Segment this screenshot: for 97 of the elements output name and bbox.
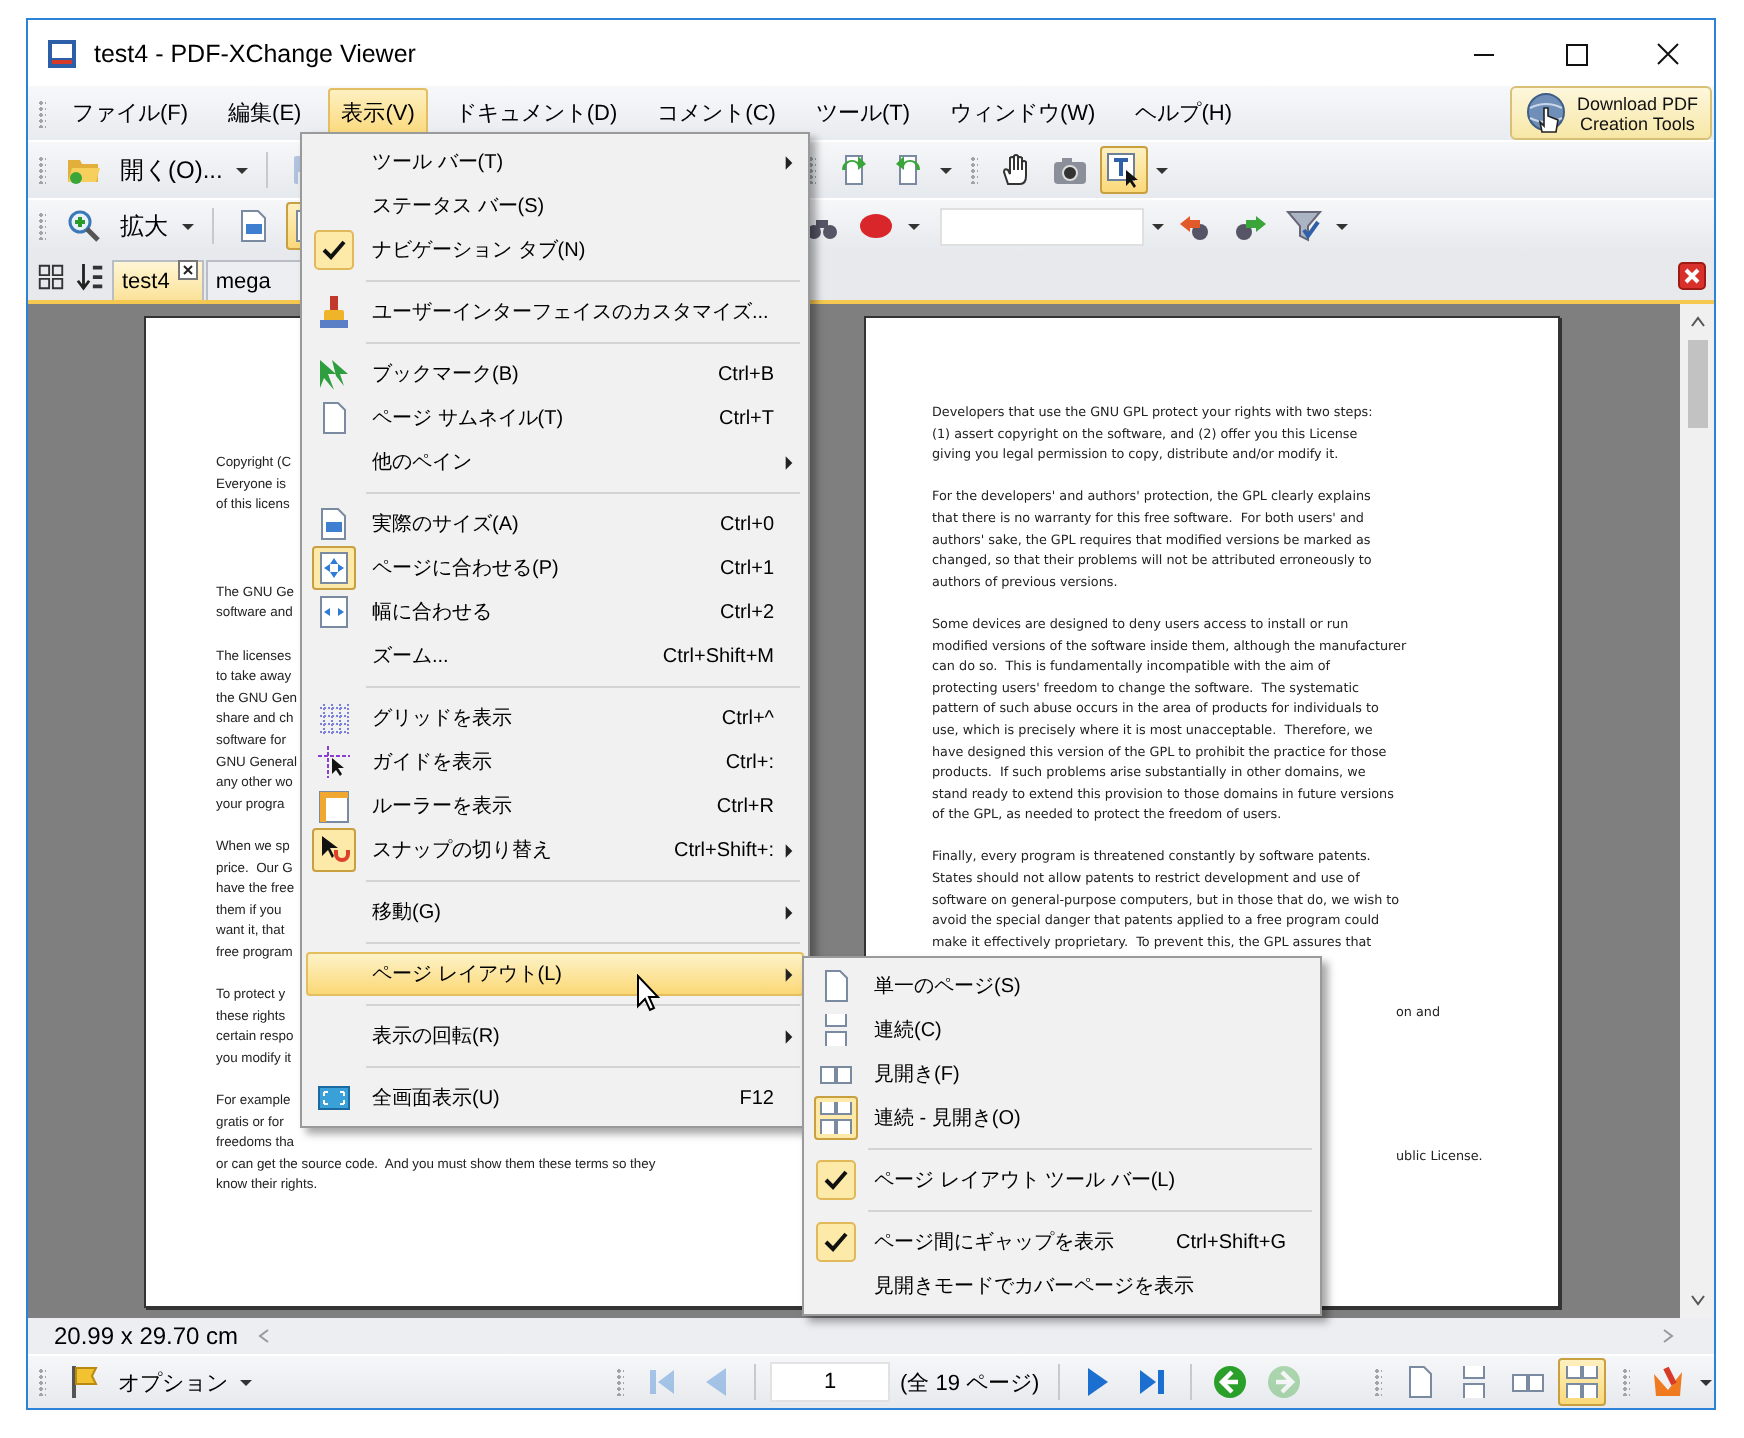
caret-icon[interactable] — [1154, 162, 1170, 178]
caret-icon[interactable] — [938, 162, 954, 178]
fullscreen-icon — [316, 1080, 352, 1116]
globe-hand-icon — [1524, 91, 1569, 135]
checkmark-icon — [314, 230, 354, 270]
brush-icon — [316, 294, 352, 330]
caret-icon[interactable] — [238, 1374, 254, 1390]
caret-icon[interactable] — [906, 218, 922, 234]
menu-item[interactable]: 編集(E) — [214, 88, 316, 138]
one-to-one-icon — [236, 208, 272, 244]
funnel-icon[interactable] — [1286, 208, 1322, 244]
flag-icon[interactable] — [66, 1364, 102, 1400]
submenu-arrow-icon — [783, 905, 793, 919]
fit-page-icon — [316, 550, 352, 586]
menu-item[interactable]: ツール バー(T) — [306, 140, 804, 184]
menu-item[interactable]: スナップの切り替え Ctrl+Shift+: — [306, 828, 804, 872]
one-to-one-icon — [316, 506, 352, 542]
submenu-arrow-icon — [783, 967, 793, 981]
camera-icon[interactable] — [1052, 152, 1088, 188]
submenu-arrow-icon — [783, 455, 793, 469]
search-field[interactable] — [940, 207, 1144, 245]
menu-item[interactable]: ファイル(F) — [58, 88, 203, 138]
menu-item[interactable]: 表示の回転(R) — [306, 1014, 804, 1058]
submenu-arrow-icon — [783, 155, 793, 169]
page-number-field[interactable]: 1 — [770, 1362, 890, 1402]
fit-width-icon — [316, 594, 352, 630]
menu-item[interactable]: 他のペイン — [306, 440, 804, 484]
menu-item[interactable]: ページ レイアウト(L) — [306, 952, 804, 996]
caret-icon[interactable] — [1150, 218, 1166, 234]
menu-item[interactable]: ページ サムネイル(T) Ctrl+T — [306, 396, 804, 440]
menu-item[interactable]: 単一のページ(S) — [808, 964, 1316, 1008]
window-title: test4 - PDF-XChange Viewer — [94, 39, 416, 67]
menu-item[interactable]: ヘルプ(H) — [1121, 88, 1246, 138]
submenu-arrow-icon — [783, 1029, 793, 1043]
app-icon — [46, 37, 78, 69]
continuous-facing-icon — [1564, 1364, 1600, 1400]
download-button[interactable]: Download PDF Creation Tools — [1510, 86, 1712, 140]
submenu-arrow-icon — [783, 843, 793, 857]
checkmark-icon — [816, 1160, 856, 1200]
pen-tools-icon[interactable] — [1650, 1364, 1686, 1400]
checkmark-icon — [816, 1222, 856, 1262]
page-layout-button[interactable] — [1558, 1358, 1606, 1406]
menu-item[interactable]: 見開き(F) — [808, 1052, 1316, 1096]
caret-icon[interactable] — [180, 218, 196, 234]
oval-logo-icon[interactable] — [858, 208, 894, 244]
menu-item[interactable]: ナビゲーション タブ(N) — [306, 228, 804, 272]
mouse-pointer-icon — [636, 974, 660, 1012]
caret-icon[interactable] — [234, 162, 251, 178]
menu-item[interactable]: 連続 - 見開き(O) — [808, 1096, 1316, 1140]
scroll-down-icon[interactable] — [1687, 1290, 1707, 1310]
document-tab[interactable]: mega — [205, 260, 305, 300]
rotate-left-icon[interactable] — [836, 152, 872, 188]
text-select-tool[interactable] — [1100, 146, 1148, 194]
menu-item[interactable]: 幅に合わせる Ctrl+2 — [306, 590, 804, 634]
menu-item[interactable]: 実際のサイズ(A) Ctrl+0 — [306, 502, 804, 546]
bookmark-icon — [316, 356, 352, 392]
menu-item[interactable]: ユーザーインターフェイスのカスタマイズ... — [306, 290, 804, 334]
menu-item[interactable]: 連続(C) — [808, 1008, 1316, 1052]
menu-item[interactable]: ステータス バー(S) — [306, 184, 804, 228]
zoom-button[interactable]: 拡大 — [116, 209, 172, 243]
close-icon[interactable] — [177, 260, 198, 280]
menu-item[interactable]: 見開きモードでカバーページを表示 — [808, 1264, 1316, 1308]
menu-item[interactable]: ガイドを表示 Ctrl+: — [306, 740, 804, 784]
back-icon[interactable] — [1211, 1364, 1248, 1400]
menu-item[interactable]: グリッドを表示 Ctrl+^ — [306, 696, 804, 740]
options-button[interactable]: オプション — [114, 1367, 232, 1397]
menu-item[interactable]: 移動(G) — [306, 890, 804, 934]
open-button[interactable]: 開く(O)... — [116, 153, 227, 187]
continuous-facing-icon — [818, 1100, 854, 1136]
menu-item[interactable]: ツール(T) — [801, 88, 924, 138]
menu-item[interactable]: ブックマーク(B) Ctrl+B — [306, 352, 804, 396]
menu-item[interactable]: ドキュメント(D) — [440, 88, 632, 138]
ruler-icon — [316, 788, 352, 824]
page-size-label: 20.99 x 29.70 cm — [52, 1322, 241, 1350]
scroll-up-icon[interactable] — [1687, 312, 1707, 332]
crosshair-icon — [316, 744, 352, 780]
magnet-cursor-icon — [316, 832, 352, 868]
scroll-thumb[interactable] — [1687, 340, 1707, 428]
menu-item[interactable]: ウィンドウ(W) — [936, 88, 1110, 138]
sort-icon[interactable] — [76, 261, 106, 291]
grid-icon — [316, 700, 352, 736]
menu-item[interactable]: ルーラーを表示 Ctrl+R — [306, 784, 804, 828]
menu-item[interactable]: 全画面表示(U) F12 — [306, 1076, 804, 1120]
text-cursor-icon — [1106, 152, 1142, 188]
zoom-in-icon[interactable] — [66, 208, 102, 244]
vertical-scrollbar[interactable] — [1680, 304, 1714, 1318]
menu-item[interactable]: ページに合わせる(P) Ctrl+1 — [306, 546, 804, 590]
menu-item[interactable]: コメント(C) — [643, 88, 790, 138]
caret-icon[interactable] — [1698, 1374, 1714, 1390]
menu-item[interactable]: ズーム... Ctrl+Shift+M — [306, 634, 804, 678]
page-count-label: (全 19 ページ) — [898, 1369, 1042, 1397]
menu-item[interactable]: ページ レイアウト ツール バー(L) — [808, 1158, 1316, 1202]
close-icon[interactable] — [1678, 262, 1706, 290]
menu-item[interactable]: ページ間にギャップを表示 Ctrl+Shift+G — [808, 1220, 1316, 1264]
caret-icon[interactable] — [1334, 218, 1350, 234]
document-tab[interactable]: test4 — [112, 260, 204, 300]
thumbnails-icon[interactable] — [36, 261, 66, 291]
